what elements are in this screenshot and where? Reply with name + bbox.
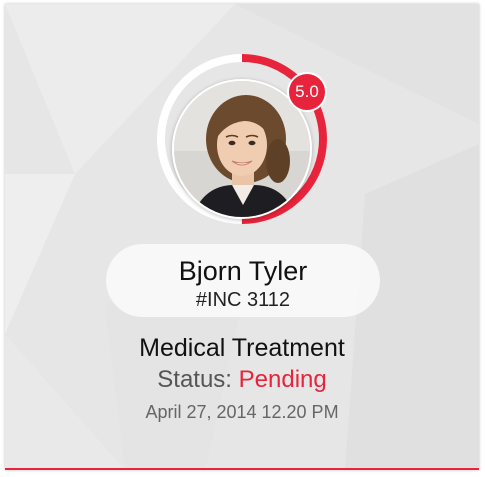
bottom-accent-line [5,468,479,470]
avatar-group: 5.0 [155,52,329,226]
status-line: Status: Pending [5,365,479,395]
status-value: Pending [238,366,327,393]
treatment-date: April 27, 2014 12.20 PM [145,402,339,422]
status-label: Status: [157,366,232,393]
treatment-type: Medical Treatment [139,334,345,362]
rating-badge: 5.0 [287,72,327,112]
incident-id: #INC 3112 [195,289,291,311]
patient-card: 5.0 Bjorn Tyler #INC 3112 Medical Treatm… [5,4,479,470]
patient-name-pill: Bjorn Tyler #INC 3112 [106,244,380,317]
patient-name: Bjorn Tyler [178,256,308,286]
treatment-info: Medical Treatment Status: Pending April … [5,333,479,423]
